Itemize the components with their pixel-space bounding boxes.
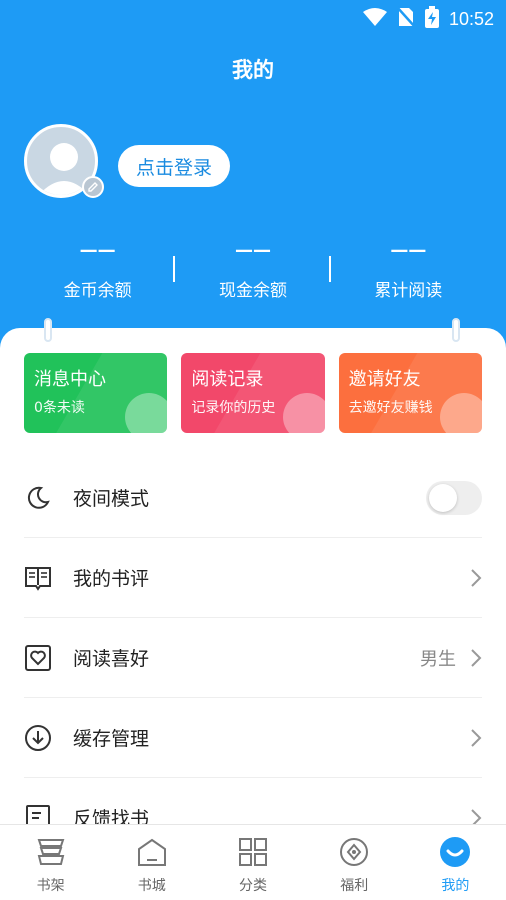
profile-header: 10:52 我的 点击登录 —— 金币余额 —— 现金余额 —— 累计阅读 xyxy=(0,0,506,350)
invite-friends-card[interactable]: 邀请好友 去邀好友赚钱 xyxy=(338,353,482,433)
page-title: 我的 xyxy=(232,58,274,82)
tab-welfare[interactable]: 福利 xyxy=(304,825,405,900)
tab-label: 书城 xyxy=(137,878,166,894)
card-pin-right xyxy=(452,318,460,342)
bookshelf-icon xyxy=(33,835,69,869)
wifi-icon xyxy=(362,7,387,31)
tab-category[interactable]: 分类 xyxy=(202,825,303,900)
welfare-icon xyxy=(336,835,372,869)
reading-history-card[interactable]: 阅读记录 记录你的历史 xyxy=(181,353,325,433)
no-sim-icon xyxy=(396,6,416,32)
bookstore-icon xyxy=(134,835,170,869)
tab-label: 我的 xyxy=(441,878,470,894)
tab-label: 分类 xyxy=(239,878,267,894)
status-icons: 10:52 xyxy=(362,6,494,32)
toggle-knob xyxy=(429,483,457,512)
chevron-right-icon xyxy=(470,728,482,751)
menu-item-book-reviews[interactable]: 我的书评 xyxy=(24,538,482,618)
pencil-icon[interactable] xyxy=(82,176,104,198)
battery-charging-icon xyxy=(424,6,439,32)
login-button[interactable]: 点击登录 xyxy=(118,145,231,187)
reading-preference-value: 男生 xyxy=(420,648,456,670)
tab-bookshelf[interactable]: 书架 xyxy=(0,825,101,900)
stat-label: 累计阅读 xyxy=(374,281,443,301)
status-time: 10:52 xyxy=(448,8,494,29)
bottom-tab-bar: 书架 书城 分类 福利 我的 xyxy=(0,824,506,900)
stat-total-reading[interactable]: —— 累计阅读 xyxy=(331,240,486,301)
account-stats: —— 金币余额 —— 现金余额 —— 累计阅读 xyxy=(20,240,486,301)
stat-cash-balance[interactable]: —— 现金余额 xyxy=(175,240,331,301)
person-icon xyxy=(439,393,482,433)
settings-menu: 夜间模式 我的书评 阅读喜好 男生 缓存管理 反馈找书 xyxy=(24,458,482,858)
stat-value: —— xyxy=(390,240,427,261)
stat-label: 现金余额 xyxy=(218,281,287,301)
menu-item-label: 我的书评 xyxy=(73,568,150,590)
tab-label: 福利 xyxy=(340,878,369,894)
tab-bookstore[interactable]: 书城 xyxy=(101,825,202,900)
status-bar: 10:52 xyxy=(0,0,506,34)
menu-item-night-mode[interactable]: 夜间模式 xyxy=(24,458,482,538)
stat-coin-balance[interactable]: —— 金币余额 xyxy=(20,240,176,301)
chevron-right-icon xyxy=(470,568,482,591)
menu-item-label: 夜间模式 xyxy=(73,488,150,510)
menu-item-reading-preference[interactable]: 阅读喜好 男生 xyxy=(24,618,482,698)
tab-profile[interactable]: 我的 xyxy=(405,825,506,900)
stat-value: —— xyxy=(234,240,271,261)
tab-label: 书架 xyxy=(36,878,65,894)
night-mode-toggle[interactable] xyxy=(426,480,482,515)
stat-value: —— xyxy=(79,240,116,261)
menu-item-cache-management[interactable]: 缓存管理 xyxy=(24,698,482,778)
stat-label: 金币余额 xyxy=(63,281,132,301)
chevron-right-icon xyxy=(470,648,482,671)
category-grid-icon xyxy=(235,835,271,869)
moon-icon xyxy=(24,484,52,512)
avatar[interactable] xyxy=(24,124,104,200)
book-review-icon xyxy=(24,564,52,592)
menu-item-label: 缓存管理 xyxy=(73,728,150,750)
download-circle-icon xyxy=(24,724,52,752)
smile-face-icon xyxy=(125,393,168,433)
card-pin-left xyxy=(44,318,52,342)
quick-actions: 消息中心 0条未读 阅读记录 记录你的历史 邀请好友 去邀好友赚钱 xyxy=(24,353,482,433)
heart-frame-icon xyxy=(24,644,52,672)
menu-item-label: 阅读喜好 xyxy=(73,648,150,670)
profile-face-icon xyxy=(437,835,473,869)
message-center-card[interactable]: 消息中心 0条未读 xyxy=(24,353,168,433)
